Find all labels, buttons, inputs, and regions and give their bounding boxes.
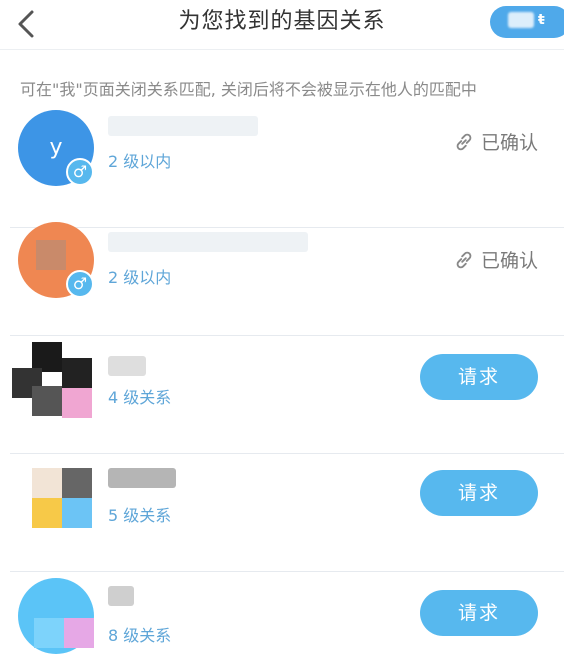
avatar-mosaic: [32, 386, 62, 416]
request-button[interactable]: 请求: [420, 590, 538, 636]
avatar-mosaic: [36, 240, 66, 270]
relation-level: 5 级关系: [108, 506, 172, 525]
blurred-name: [108, 116, 258, 136]
match-row[interactable]: 5 级关系 请求: [0, 454, 564, 572]
avatar-mosaic: [62, 358, 92, 388]
top-right-pill-button[interactable]: ŧ: [490, 6, 564, 38]
privacy-notice: 可在"我"页面关闭关系匹配, 关闭后将不会被显示在他人的匹配中: [20, 80, 477, 99]
request-button[interactable]: 请求: [420, 470, 538, 516]
blurred-name: [108, 356, 146, 376]
avatar-mosaic: [62, 498, 92, 528]
request-button[interactable]: 请求: [420, 354, 538, 400]
blurred-name: [108, 586, 134, 606]
avatar[interactable]: y ♂: [18, 110, 94, 186]
avatar-mosaic: [32, 498, 62, 528]
link-icon: [456, 133, 472, 151]
avatar-mosaic: [64, 618, 94, 648]
blurred-label: [508, 12, 534, 28]
relation-level: 8 级关系: [108, 626, 172, 645]
match-row[interactable]: ♂ 2 级以内 已确认: [0, 218, 564, 336]
blurred-name: [108, 468, 176, 488]
avatar[interactable]: ♂: [18, 222, 94, 298]
link-icon: [456, 251, 472, 269]
page-title: 为您找到的基因关系: [178, 9, 386, 34]
avatar-mosaic: [34, 618, 64, 648]
relation-level: 2 级以内: [108, 268, 172, 287]
relation-level: 4 级关系: [108, 388, 172, 407]
male-badge-icon: ♂: [66, 270, 94, 298]
avatar[interactable]: [18, 578, 94, 654]
male-badge-icon: ♂: [66, 158, 94, 186]
confirmed-status: 已确认: [453, 246, 538, 273]
avatar-mosaic: [32, 468, 62, 498]
relation-level: 2 级以内: [108, 152, 172, 171]
confirmed-status: 已确认: [453, 128, 538, 155]
avatar[interactable]: [32, 468, 108, 544]
avatar-mosaic: [62, 468, 92, 498]
match-row[interactable]: 8 级关系 请求: [0, 572, 564, 654]
top-bar: 为您找到的基因关系 ŧ: [0, 0, 564, 50]
match-row[interactable]: y ♂ 2 级以内 已确认: [0, 110, 564, 228]
avatar[interactable]: [12, 342, 92, 418]
confirmed-label: 已确认: [480, 132, 538, 154]
blurred-name: [108, 232, 308, 252]
match-row[interactable]: 4 级关系 请求: [0, 336, 564, 454]
pill-glyph: ŧ: [538, 12, 545, 28]
avatar-mosaic: [62, 388, 92, 418]
confirmed-label: 已确认: [480, 250, 538, 272]
